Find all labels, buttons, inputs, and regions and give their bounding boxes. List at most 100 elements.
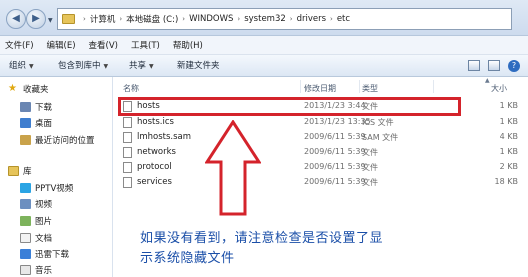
recent-places-icon: [20, 135, 31, 145]
breadcrumb-local-disk[interactable]: 本地磁盘 (C:): [126, 13, 178, 25]
nav-pptv[interactable]: PPTV视频: [20, 182, 73, 194]
file-type: ICS 文件: [362, 118, 394, 127]
nav-desktop-label: 桌面: [35, 119, 53, 129]
organize-label: 组织: [9, 61, 27, 71]
nav-pictures-label: 图片: [35, 217, 53, 227]
navigation-pane: ★ 收藏夹 下载 桌面 最近访问的位置 库 PPTV视频 视频 图片 文档 迅雷下…: [0, 77, 113, 277]
folder-icon: [62, 14, 75, 24]
nav-documents[interactable]: 文档: [20, 232, 52, 244]
nav-music[interactable]: 音乐: [20, 264, 52, 276]
menu-bar: 文件(F) 编辑(E) 查看(V) 工具(T) 帮助(H): [0, 36, 528, 55]
file-icon: [123, 132, 132, 143]
back-button[interactable]: ◀: [6, 9, 26, 29]
file-name: hosts.ics: [137, 117, 174, 127]
file-icon: [123, 177, 132, 188]
annotation-text: 如果没有看到，请注意检查是否设置了显 示系统隐藏文件: [140, 229, 410, 269]
pictures-icon: [20, 216, 31, 226]
file-row-hosts-ics[interactable]: hosts.ics 2013/1/23 13:35 ICS 文件 1 KB: [113, 115, 528, 130]
nav-video-label: 视频: [35, 200, 53, 210]
file-size: 18 KB: [494, 177, 518, 186]
chevron-right-icon[interactable]: ›: [330, 15, 333, 23]
file-date: 2009/6/11 5:39: [304, 162, 366, 171]
file-size: 4 KB: [499, 132, 518, 141]
nav-recent[interactable]: 最近访问的位置: [20, 134, 95, 146]
annotation-line-1: 如果没有看到，请注意检查是否设置了显: [140, 231, 384, 246]
new-folder-button[interactable]: 新建文件夹: [177, 59, 220, 71]
breadcrumb-windows[interactable]: WINDOWS: [189, 14, 233, 24]
new-folder-label: 新建文件夹: [177, 61, 220, 71]
column-divider[interactable]: [300, 80, 301, 93]
file-icon: [123, 162, 132, 173]
share-button[interactable]: 共享 ▼: [129, 59, 154, 71]
file-row-lmhosts-sam[interactable]: lmhosts.sam 2009/6/11 5:39 SAM 文件 4 KB: [113, 130, 528, 145]
column-header-name[interactable]: 名称: [123, 83, 139, 94]
nav-video[interactable]: 视频: [20, 198, 52, 210]
share-label: 共享: [129, 61, 147, 71]
nav-favorites[interactable]: ★ 收藏夹: [8, 83, 49, 96]
chevron-right-icon[interactable]: ›: [182, 15, 185, 23]
nav-pictures[interactable]: 图片: [20, 215, 52, 227]
menu-edit[interactable]: 编辑(E): [47, 39, 76, 51]
file-date: 2009/6/11 5:39: [304, 147, 366, 156]
change-view-icon[interactable]: [468, 60, 480, 71]
chevron-right-icon[interactable]: ›: [119, 15, 122, 23]
menu-view[interactable]: 查看(V): [89, 39, 118, 51]
file-row-protocol[interactable]: protocol 2009/6/11 5:39 文件 2 KB: [113, 160, 528, 175]
column-divider[interactable]: [433, 80, 434, 93]
column-divider[interactable]: [359, 80, 360, 93]
nav-music-label: 音乐: [35, 266, 53, 276]
video-icon: [20, 199, 31, 209]
nav-favorites-label: 收藏夹: [23, 85, 49, 95]
nav-downloads[interactable]: 下载: [20, 101, 52, 113]
include-library-button[interactable]: 包含到库中 ▼: [58, 59, 108, 71]
up-arrow-annotation-icon: [205, 120, 261, 216]
breadcrumb-computer[interactable]: 计算机: [90, 13, 116, 25]
annotation-line-2: 示系统隐藏文件: [140, 251, 235, 266]
nav-libraries-label: 库: [23, 167, 32, 177]
file-icon: [123, 147, 132, 158]
menu-help[interactable]: 帮助(H): [173, 39, 203, 51]
nav-documents-label: 文档: [35, 234, 53, 244]
address-box[interactable]: › 计算机 › 本地磁盘 (C:) › WINDOWS › system32 ›…: [57, 8, 512, 30]
file-icon: [123, 117, 132, 128]
file-size: 1 KB: [499, 101, 518, 110]
file-type: SAM 文件: [362, 133, 399, 142]
chevron-right-icon[interactable]: ›: [290, 15, 293, 23]
command-toolbar: 组织 ▼ 包含到库中 ▼ 共享 ▼ 新建文件夹 ?: [0, 55, 528, 77]
column-header-size[interactable]: 大小: [491, 83, 507, 94]
menu-file[interactable]: 文件(F): [5, 39, 34, 51]
file-row-networks[interactable]: networks 2009/6/11 5:39 文件 1 KB: [113, 145, 528, 160]
menu-tools[interactable]: 工具(T): [131, 39, 160, 51]
nav-downloads-label: 下载: [35, 103, 53, 113]
nav-recent-label: 最近访问的位置: [35, 136, 95, 146]
address-bar-row: ◀ ▶ ▼ › 计算机 › 本地磁盘 (C:) › WINDOWS › syst…: [0, 0, 528, 36]
file-name: protocol: [137, 162, 172, 172]
pptv-icon: [20, 183, 31, 193]
nav-thunder-label: 迅雷下载: [35, 250, 70, 260]
file-date: 2009/6/11 5:39: [304, 177, 366, 186]
breadcrumb-system32[interactable]: system32: [244, 14, 286, 24]
preview-pane-icon[interactable]: [488, 60, 500, 71]
file-name: lmhosts.sam: [137, 132, 192, 142]
chevron-down-icon: ▼: [103, 63, 109, 70]
breadcrumb-drivers[interactable]: drivers: [297, 14, 326, 24]
nav-thunder[interactable]: 迅雷下载: [20, 248, 69, 260]
column-header-date[interactable]: 修改日期: [304, 83, 336, 94]
chevron-right-icon[interactable]: ›: [237, 15, 240, 23]
column-header-type[interactable]: 类型: [362, 83, 378, 94]
organize-button[interactable]: 组织 ▼: [9, 59, 34, 71]
music-icon: [20, 265, 31, 275]
desktop-icon: [20, 118, 31, 128]
downloads-icon: [20, 102, 31, 112]
forward-button[interactable]: ▶: [26, 9, 46, 29]
nav-desktop[interactable]: 桌面: [20, 117, 52, 129]
chevron-right-icon[interactable]: ›: [83, 15, 86, 23]
file-row-services[interactable]: services 2009/6/11 5:39 文件 18 KB: [113, 175, 528, 190]
library-icon: [8, 166, 19, 176]
breadcrumb-etc[interactable]: etc: [337, 14, 350, 24]
recent-pages-dropdown-icon[interactable]: ▼: [48, 17, 53, 24]
help-icon[interactable]: ?: [508, 60, 520, 72]
file-type: 文件: [362, 163, 378, 172]
nav-libraries[interactable]: 库: [8, 165, 32, 177]
file-date: 2009/6/11 5:39: [304, 132, 366, 141]
